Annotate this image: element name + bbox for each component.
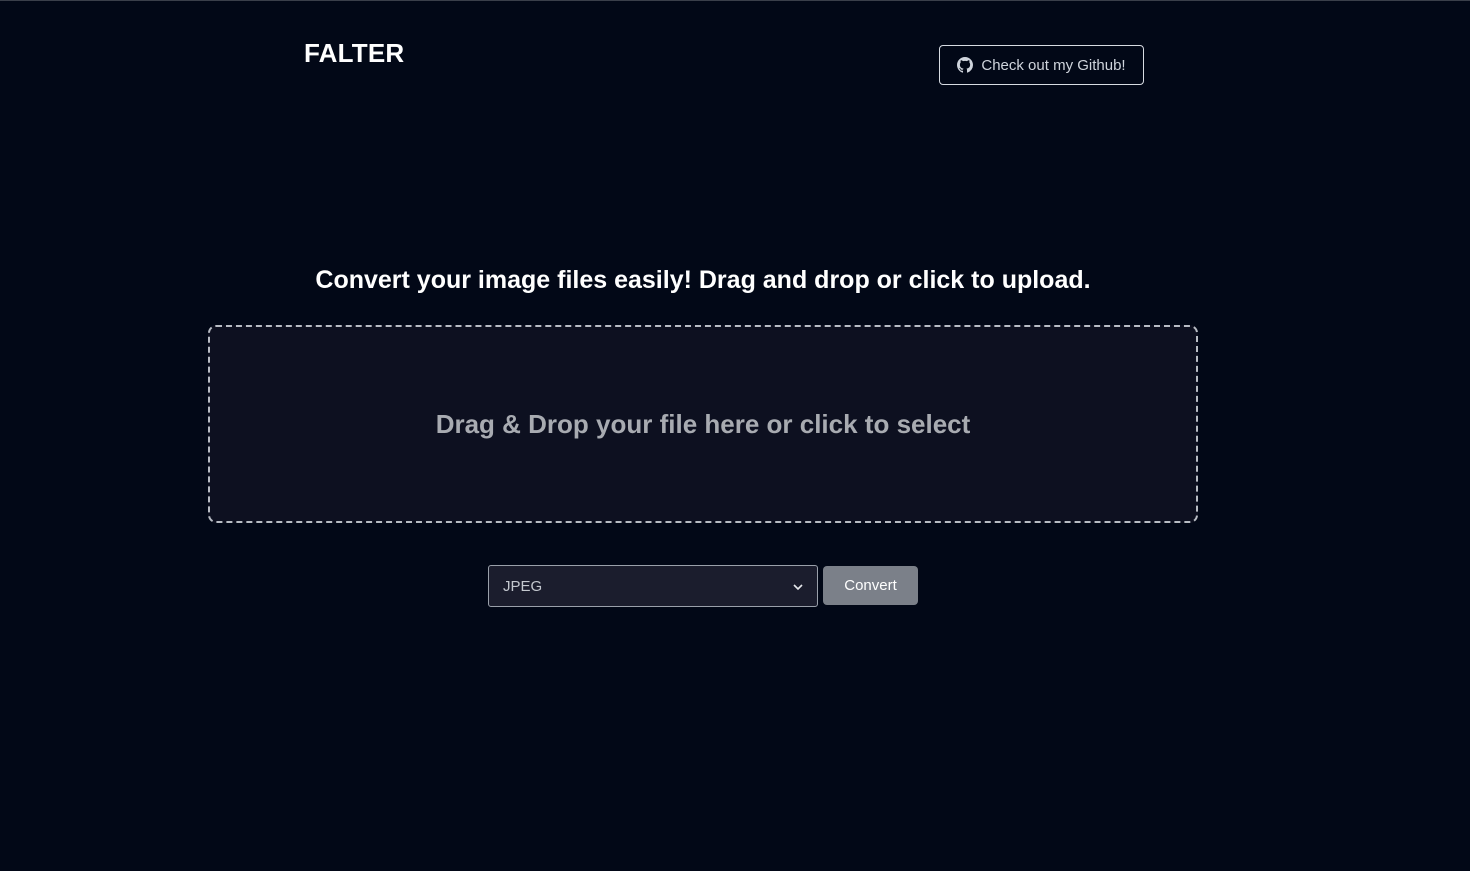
brand-logo[interactable]: FALTER [304, 38, 404, 69]
github-button-label: Check out my Github! [981, 56, 1126, 74]
file-dropzone[interactable]: Drag & Drop your file here or click to s… [208, 325, 1198, 523]
github-button[interactable]: Check out my Github! [939, 45, 1144, 85]
format-select-value: JPEG [503, 577, 543, 595]
convert-button[interactable]: Convert [823, 566, 918, 605]
format-select[interactable]: JPEG [488, 565, 818, 607]
dropzone-text: Drag & Drop your file here or click to s… [435, 408, 971, 439]
top-border [0, 0, 1470, 1]
page-headline: Convert your image files easily! Drag an… [315, 266, 1091, 294]
chevron-down-icon [793, 578, 803, 595]
github-icon [957, 57, 974, 73]
